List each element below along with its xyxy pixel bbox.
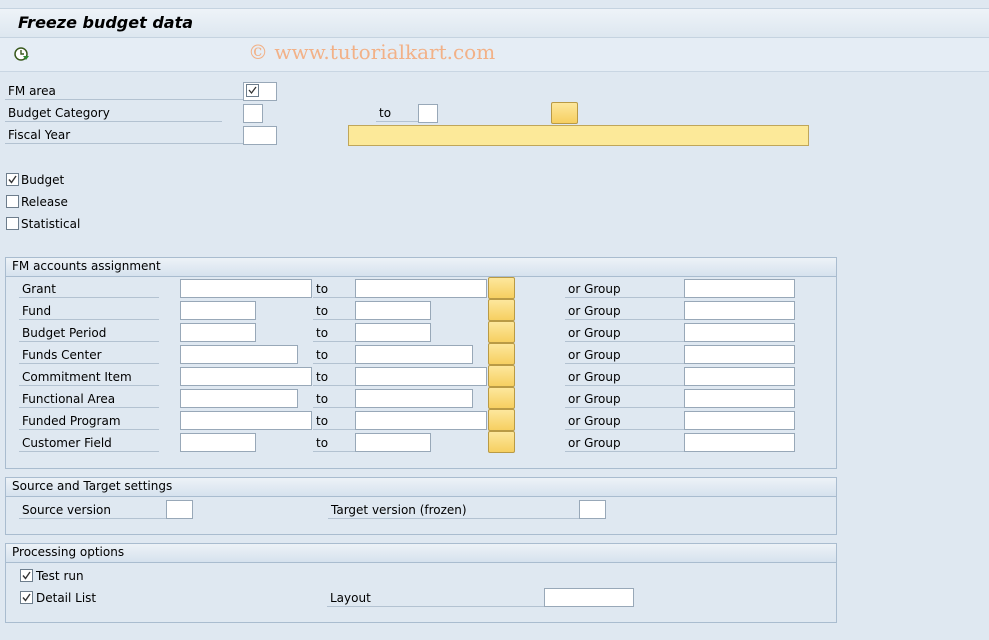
commitment-item-group-input[interactable] [684,367,795,386]
commitment-item-from-input[interactable] [180,367,312,386]
funds-center-to-input[interactable] [355,345,473,364]
functional-area-or-group-label: or Group [565,391,684,408]
commitment-item-or-group-label: or Group [565,369,684,386]
functional-area-label: Functional Area [19,391,159,408]
target-version-input[interactable] [579,500,606,519]
funds-center-from-input[interactable] [180,345,298,364]
input-help-bar[interactable] [348,125,809,146]
funds-center-to-label: to [313,347,355,364]
source-version-input[interactable] [166,500,193,519]
customer-field-label: Customer Field [19,435,159,452]
funded-program-or-group-label: or Group [565,413,684,430]
grant-from-input[interactable] [180,279,312,298]
customer-field-to-input[interactable] [355,433,431,452]
fm-area-label: FM area [5,83,243,100]
fund-from-input[interactable] [180,301,256,320]
functional-area-group-input[interactable] [684,389,795,408]
grant-to-input[interactable] [355,279,487,298]
customer-field-to-label: to [313,435,355,452]
customer-field-multiselect-button[interactable] [488,431,515,453]
fiscal-year-input[interactable] [243,126,277,145]
execute-clock-icon[interactable] [13,46,31,62]
grant-group-input[interactable] [684,279,795,298]
budget-category-to-label: to [376,105,418,122]
budget-category-from-input[interactable] [243,104,263,123]
grant-to-label: to [313,281,355,298]
funds-center-multiselect-button[interactable] [488,343,515,365]
budget-period-label: Budget Period [19,325,159,342]
customer-field-group-input[interactable] [684,433,795,452]
layout-label: Layout [327,590,544,607]
target-version-label: Target version (frozen) [328,502,579,519]
funded-program-multiselect-button[interactable] [488,409,515,431]
customer-field-from-input[interactable] [180,433,256,452]
detail-list-checkbox[interactable] [20,591,33,607]
test-run-label: Test run [36,569,84,583]
functional-area-to-label: to [313,391,355,408]
release-checkbox[interactable] [6,195,19,208]
fm-accounts-group-title: FM accounts assignment [6,258,836,277]
commitment-item-to-label: to [313,369,355,386]
budget-period-group-input[interactable] [684,323,795,342]
commitment-item-to-input[interactable] [355,367,487,386]
release-checkbox-label: Release [21,195,68,209]
grant-multiselect-button[interactable] [488,277,515,299]
test-run-checkbox[interactable] [20,569,33,585]
budget-period-to-label: to [313,325,355,342]
budget-checkbox-label: Budget [21,173,65,187]
fund-or-group-label: or Group [565,303,684,320]
budget-period-multiselect-button[interactable] [488,321,515,343]
funds-center-label: Funds Center [19,347,159,364]
budget-category-multiselect-button[interactable] [551,102,578,124]
fund-to-input[interactable] [355,301,431,320]
processing-options-group: Processing options [5,543,837,623]
layout-input[interactable] [544,588,634,607]
functional-area-to-input[interactable] [355,389,473,408]
fm-area-check-icon [246,84,259,97]
funded-program-label: Funded Program [19,413,159,430]
customer-field-or-group-label: or Group [565,435,684,452]
funded-program-group-input[interactable] [684,411,795,430]
funded-program-to-label: to [313,413,355,430]
funded-program-to-input[interactable] [355,411,487,430]
budget-checkbox[interactable] [6,173,19,189]
watermark: © www.tutorialkart.com [248,40,496,64]
fund-group-input[interactable] [684,301,795,320]
commitment-item-multiselect-button[interactable] [488,365,515,387]
detail-list-label: Detail List [36,591,97,605]
budget-period-to-input[interactable] [355,323,431,342]
grant-label: Grant [19,281,159,298]
functional-area-multiselect-button[interactable] [488,387,515,409]
statistical-checkbox-label: Statistical [21,217,81,231]
funds-center-or-group-label: or Group [565,347,684,364]
grant-or-group-label: or Group [565,281,684,298]
fund-to-label: to [313,303,355,320]
fund-label: Fund [19,303,159,320]
budget-period-from-input[interactable] [180,323,256,342]
budget-category-label: Budget Category [5,105,222,122]
fiscal-year-label: Fiscal Year [5,127,243,144]
processing-options-group-title: Processing options [6,544,836,563]
source-version-label: Source version [19,502,166,519]
source-target-group-title: Source and Target settings [6,478,836,497]
functional-area-from-input[interactable] [180,389,298,408]
funded-program-from-input[interactable] [180,411,312,430]
budget-period-or-group-label: or Group [565,325,684,342]
page-title: Freeze budget data [18,13,194,32]
funds-center-group-input[interactable] [684,345,795,364]
budget-category-to-input[interactable] [418,104,438,123]
fund-multiselect-button[interactable] [488,299,515,321]
commitment-item-label: Commitment Item [19,369,159,386]
statistical-checkbox[interactable] [6,217,19,230]
